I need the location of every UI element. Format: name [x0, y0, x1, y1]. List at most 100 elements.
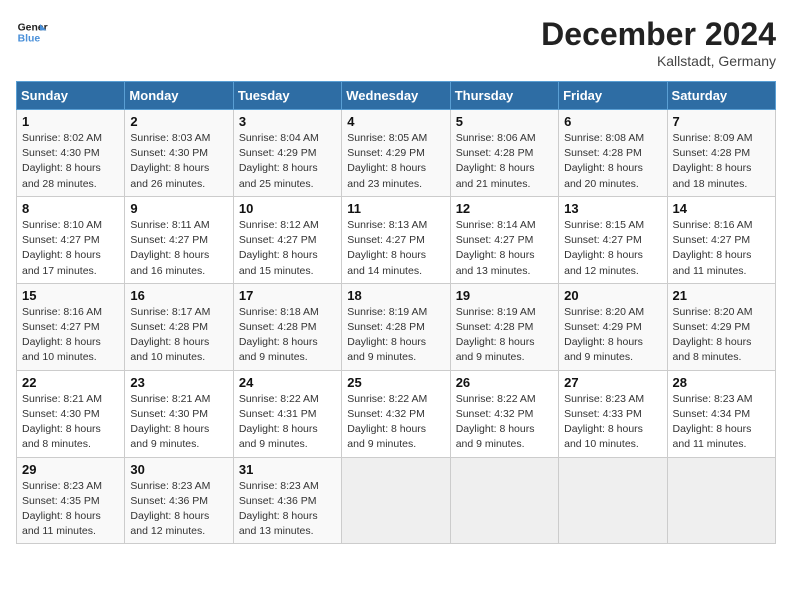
- day-number: 15: [22, 288, 119, 303]
- calendar-cell: 25 Sunrise: 8:22 AMSunset: 4:32 PMDayligh…: [342, 370, 450, 457]
- day-info: Sunrise: 8:19 AMSunset: 4:28 PMDaylight:…: [347, 305, 444, 366]
- day-info: Sunrise: 8:23 AMSunset: 4:33 PMDaylight:…: [564, 392, 661, 453]
- calendar-header-row: SundayMondayTuesdayWednesdayThursdayFrid…: [17, 82, 776, 110]
- calendar-cell: 3 Sunrise: 8:04 AMSunset: 4:29 PMDaylight…: [233, 110, 341, 197]
- day-info: Sunrise: 8:20 AMSunset: 4:29 PMDaylight:…: [673, 305, 770, 366]
- calendar-cell: 27 Sunrise: 8:23 AMSunset: 4:33 PMDayligh…: [559, 370, 667, 457]
- calendar-cell: 20 Sunrise: 8:20 AMSunset: 4:29 PMDayligh…: [559, 283, 667, 370]
- calendar-cell: 16 Sunrise: 8:17 AMSunset: 4:28 PMDayligh…: [125, 283, 233, 370]
- day-number: 26: [456, 375, 553, 390]
- calendar-cell: 9 Sunrise: 8:11 AMSunset: 4:27 PMDaylight…: [125, 196, 233, 283]
- col-header-tuesday: Tuesday: [233, 82, 341, 110]
- day-info: Sunrise: 8:03 AMSunset: 4:30 PMDaylight:…: [130, 131, 227, 192]
- day-number: 9: [130, 201, 227, 216]
- day-number: 30: [130, 462, 227, 477]
- calendar-cell: 5 Sunrise: 8:06 AMSunset: 4:28 PMDaylight…: [450, 110, 558, 197]
- day-info: Sunrise: 8:17 AMSunset: 4:28 PMDaylight:…: [130, 305, 227, 366]
- calendar-cell: 15 Sunrise: 8:16 AMSunset: 4:27 PMDayligh…: [17, 283, 125, 370]
- day-number: 5: [456, 114, 553, 129]
- day-number: 1: [22, 114, 119, 129]
- calendar-week-3: 15 Sunrise: 8:16 AMSunset: 4:27 PMDayligh…: [17, 283, 776, 370]
- title-block: December 2024 Kallstadt, Germany: [541, 16, 776, 69]
- day-info: Sunrise: 8:14 AMSunset: 4:27 PMDaylight:…: [456, 218, 553, 279]
- day-info: Sunrise: 8:15 AMSunset: 4:27 PMDaylight:…: [564, 218, 661, 279]
- calendar-cell: 4 Sunrise: 8:05 AMSunset: 4:29 PMDaylight…: [342, 110, 450, 197]
- day-info: Sunrise: 8:22 AMSunset: 4:32 PMDaylight:…: [456, 392, 553, 453]
- day-number: 24: [239, 375, 336, 390]
- day-info: Sunrise: 8:23 AMSunset: 4:35 PMDaylight:…: [22, 479, 119, 540]
- day-info: Sunrise: 8:12 AMSunset: 4:27 PMDaylight:…: [239, 218, 336, 279]
- calendar-cell: 12Sunrise: 8:14 AMSunset: 4:27 PMDayligh…: [450, 196, 558, 283]
- day-number: 22: [22, 375, 119, 390]
- day-number: 19: [456, 288, 553, 303]
- day-info: Sunrise: 8:22 AMSunset: 4:32 PMDaylight:…: [347, 392, 444, 453]
- day-number: 23: [130, 375, 227, 390]
- page-header: General Blue December 2024 Kallstadt, Ge…: [16, 16, 776, 69]
- day-number: 8: [22, 201, 119, 216]
- day-info: Sunrise: 8:16 AMSunset: 4:27 PMDaylight:…: [673, 218, 770, 279]
- calendar-cell: 23 Sunrise: 8:21 AMSunset: 4:30 PMDayligh…: [125, 370, 233, 457]
- day-number: 18: [347, 288, 444, 303]
- day-number: 20: [564, 288, 661, 303]
- day-info: Sunrise: 8:10 AMSunset: 4:27 PMDaylight:…: [22, 218, 119, 279]
- calendar-cell: 10Sunrise: 8:12 AMSunset: 4:27 PMDayligh…: [233, 196, 341, 283]
- day-info: Sunrise: 8:23 AMSunset: 4:36 PMDaylight:…: [130, 479, 227, 540]
- calendar-cell: 11Sunrise: 8:13 AMSunset: 4:27 PMDayligh…: [342, 196, 450, 283]
- day-number: 13: [564, 201, 661, 216]
- calendar-cell: 18 Sunrise: 8:19 AMSunset: 4:28 PMDayligh…: [342, 283, 450, 370]
- day-number: 31: [239, 462, 336, 477]
- day-number: 6: [564, 114, 661, 129]
- svg-text:Blue: Blue: [18, 34, 41, 45]
- calendar-cell: 19 Sunrise: 8:19 AMSunset: 4:28 PMDayligh…: [450, 283, 558, 370]
- location: Kallstadt, Germany: [541, 53, 776, 69]
- calendar-cell: 6 Sunrise: 8:08 AMSunset: 4:28 PMDaylight…: [559, 110, 667, 197]
- day-number: 4: [347, 114, 444, 129]
- calendar-cell: 30 Sunrise: 8:23 AMSunset: 4:36 PMDayligh…: [125, 457, 233, 544]
- month-title: December 2024: [541, 16, 776, 53]
- day-number: 16: [130, 288, 227, 303]
- day-info: Sunrise: 8:04 AMSunset: 4:29 PMDaylight:…: [239, 131, 336, 192]
- day-info: Sunrise: 8:21 AMSunset: 4:30 PMDaylight:…: [22, 392, 119, 453]
- calendar-cell: [559, 457, 667, 544]
- calendar-week-4: 22 Sunrise: 8:21 AMSunset: 4:30 PMDayligh…: [17, 370, 776, 457]
- calendar-cell: 21 Sunrise: 8:20 AMSunset: 4:29 PMDayligh…: [667, 283, 775, 370]
- day-info: Sunrise: 8:22 AMSunset: 4:31 PMDaylight:…: [239, 392, 336, 453]
- day-number: 21: [673, 288, 770, 303]
- calendar-cell: 1Sunrise: 8:02 AMSunset: 4:30 PMDaylight…: [17, 110, 125, 197]
- calendar-cell: 28Sunrise: 8:23 AMSunset: 4:34 PMDayligh…: [667, 370, 775, 457]
- col-header-thursday: Thursday: [450, 82, 558, 110]
- calendar-cell: 24 Sunrise: 8:22 AMSunset: 4:31 PMDayligh…: [233, 370, 341, 457]
- calendar-cell: 2 Sunrise: 8:03 AMSunset: 4:30 PMDaylight…: [125, 110, 233, 197]
- calendar-cell: 13 Sunrise: 8:15 AMSunset: 4:27 PMDayligh…: [559, 196, 667, 283]
- day-info: Sunrise: 8:13 AMSunset: 4:27 PMDaylight:…: [347, 218, 444, 279]
- calendar-cell: [667, 457, 775, 544]
- calendar-cell: 26 Sunrise: 8:22 AMSunset: 4:32 PMDayligh…: [450, 370, 558, 457]
- day-number: 27: [564, 375, 661, 390]
- day-number: 29: [22, 462, 119, 477]
- day-number: 3: [239, 114, 336, 129]
- calendar-week-1: 1Sunrise: 8:02 AMSunset: 4:30 PMDaylight…: [17, 110, 776, 197]
- logo: General Blue: [16, 16, 48, 48]
- calendar-cell: 22 Sunrise: 8:21 AMSunset: 4:30 PMDayligh…: [17, 370, 125, 457]
- calendar-cell: 31 Sunrise: 8:23 AMSunset: 4:36 PMDayligh…: [233, 457, 341, 544]
- calendar-week-5: 29 Sunrise: 8:23 AMSunset: 4:35 PMDayligh…: [17, 457, 776, 544]
- calendar-cell: [342, 457, 450, 544]
- day-number: 28: [673, 375, 770, 390]
- day-info: Sunrise: 8:05 AMSunset: 4:29 PMDaylight:…: [347, 131, 444, 192]
- calendar-cell: 29 Sunrise: 8:23 AMSunset: 4:35 PMDayligh…: [17, 457, 125, 544]
- day-info: Sunrise: 8:06 AMSunset: 4:28 PMDaylight:…: [456, 131, 553, 192]
- col-header-wednesday: Wednesday: [342, 82, 450, 110]
- day-info: Sunrise: 8:11 AMSunset: 4:27 PMDaylight:…: [130, 218, 227, 279]
- day-info: Sunrise: 8:21 AMSunset: 4:30 PMDaylight:…: [130, 392, 227, 453]
- day-info: Sunrise: 8:20 AMSunset: 4:29 PMDaylight:…: [564, 305, 661, 366]
- day-info: Sunrise: 8:23 AMSunset: 4:36 PMDaylight:…: [239, 479, 336, 540]
- day-number: 25: [347, 375, 444, 390]
- col-header-monday: Monday: [125, 82, 233, 110]
- calendar-body: 1Sunrise: 8:02 AMSunset: 4:30 PMDaylight…: [17, 110, 776, 544]
- day-number: 2: [130, 114, 227, 129]
- day-info: Sunrise: 8:19 AMSunset: 4:28 PMDaylight:…: [456, 305, 553, 366]
- day-info: Sunrise: 8:16 AMSunset: 4:27 PMDaylight:…: [22, 305, 119, 366]
- col-header-sunday: Sunday: [17, 82, 125, 110]
- day-number: 7: [673, 114, 770, 129]
- day-info: Sunrise: 8:08 AMSunset: 4:28 PMDaylight:…: [564, 131, 661, 192]
